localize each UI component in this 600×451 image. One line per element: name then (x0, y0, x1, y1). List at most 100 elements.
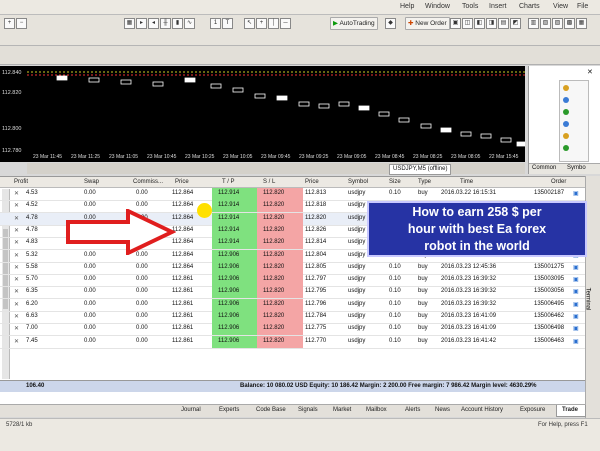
cell-tp: 112.906 (218, 288, 240, 295)
autotrading-button[interactable]: ▶ AutoTrading (330, 17, 378, 30)
tab-news[interactable]: News (435, 407, 450, 413)
tab-mailbox[interactable]: Mailbox (366, 407, 387, 413)
menu-window[interactable]: Window (425, 3, 450, 10)
data-window-icon[interactable]: ◧ (474, 18, 485, 29)
col-time[interactable]: Time (460, 179, 473, 185)
hline-icon[interactable]: ─ (280, 18, 291, 29)
tile-icon[interactable]: ▦ (124, 18, 135, 29)
cell-order: 135003056 (534, 288, 565, 295)
menu-charts[interactable]: Charts (519, 3, 540, 10)
menu-file[interactable]: File (577, 3, 588, 10)
script-icon (563, 133, 569, 139)
metaeditor-icon[interactable]: ◆ (385, 18, 396, 29)
tab-journal[interactable]: Journal (181, 407, 201, 413)
table-row[interactable]: ✕ 7.00 0.00 0.00 112.861 112.906 112.820 112.77… (0, 323, 585, 337)
tab-trade[interactable]: Trade (562, 407, 578, 413)
menu-view[interactable]: View (553, 3, 568, 10)
close-order-icon[interactable]: ✕ (14, 276, 19, 283)
table-row[interactable]: ✕ 6.20 0.00 0.00 112.861 112.906 112.820 112.79… (0, 298, 585, 312)
navigator-tree[interactable] (559, 80, 589, 162)
cell-tp: 112.914 (218, 202, 240, 209)
close-order-icon[interactable]: ✕ (14, 288, 19, 295)
new-order-button[interactable]: ✚ New Order (405, 17, 450, 30)
cell-sl: 112.820 (263, 288, 285, 295)
col-symbol[interactable]: Symbol (348, 179, 368, 185)
col-order[interactable]: Order (551, 179, 566, 185)
tab-exposure[interactable]: Exposure (520, 407, 545, 413)
menu-insert[interactable]: Insert (489, 3, 507, 10)
save-icon[interactable]: ▨ (552, 18, 563, 29)
close-order-icon[interactable]: ✕ (14, 215, 19, 222)
close-order-icon[interactable]: ✕ (14, 239, 19, 246)
close-order-icon[interactable]: ✕ (14, 190, 19, 197)
cell-type: buy (418, 263, 428, 270)
tab-alerts[interactable]: Alerts (405, 407, 420, 413)
template-icon[interactable]: T (222, 18, 233, 29)
table-row[interactable]: ✕ 6.63 0.00 0.00 112.861 112.906 112.820 112.78… (0, 311, 585, 324)
close-icon[interactable]: ✕ (587, 68, 593, 76)
tab-account-history[interactable]: Account History (461, 407, 503, 413)
menu-help[interactable]: Help (400, 3, 414, 10)
cell-profit: 6.20 (26, 300, 38, 307)
close-order-icon[interactable]: ✕ (14, 301, 19, 308)
col-sl[interactable]: S / L (263, 179, 275, 185)
tab-signals[interactable]: Signals (298, 407, 318, 413)
cell-price2: 112.861 (172, 337, 194, 344)
terminal-icon[interactable]: ▤ (498, 18, 509, 29)
cell-price: 112.814 (305, 239, 327, 246)
tab-symbols[interactable]: Symbo (567, 165, 586, 171)
close-order-icon[interactable]: ✕ (14, 313, 19, 320)
time-label: 23 Mar 09:05 (337, 154, 367, 160)
table-row[interactable]: ✕ 6.35 0.00 0.00 112.861 112.906 112.820 112.79… (0, 286, 585, 300)
zoom-out-icon[interactable]: − (16, 18, 27, 29)
col-swap[interactable]: Swap (84, 179, 99, 185)
close-order-icon[interactable]: ✕ (14, 202, 19, 209)
table-row[interactable]: ✕ 5.70 0.00 0.00 112.861 112.906 112.820 112.79… (0, 274, 585, 288)
cell-symbol: usdjpy (348, 190, 366, 196)
price-chart[interactable] (27, 66, 525, 162)
period-icon[interactable]: 1 (210, 18, 221, 29)
candle-icon[interactable]: ▮ (172, 18, 183, 29)
table-row[interactable]: ✕ 7.45 0.00 0.00 112.861 112.906 112.820 112.77… (0, 335, 585, 349)
print-icon[interactable]: ▩ (564, 18, 575, 29)
close-order-icon[interactable]: ✕ (14, 227, 19, 234)
crosshair-icon[interactable]: + (256, 18, 267, 29)
chart-tab-usdjpy[interactable]: USDJPY,M5 (offline) (389, 164, 452, 175)
autoscroll-icon[interactable]: ◂ (148, 18, 159, 29)
bar-chart-icon[interactable]: ╫ (160, 18, 171, 29)
cell-tp: 112.906 (218, 251, 240, 258)
line-chart-icon[interactable]: ∿ (184, 18, 195, 29)
close-order-icon[interactable]: ✕ (14, 338, 19, 345)
new-chart-icon[interactable]: ▥ (528, 18, 539, 29)
menu-tools[interactable]: Tools (462, 3, 478, 10)
table-row[interactable]: ✕ 4.53 0.00 0.00 112.864 112.914 112.820 112.81… (0, 188, 585, 201)
cursor-icon[interactable]: ↖ (244, 18, 255, 29)
profiles-icon[interactable]: ▣ (450, 18, 461, 29)
market-watch-icon[interactable]: ◫ (462, 18, 473, 29)
col-size[interactable]: Size (389, 179, 401, 185)
price-label: 112.820 (2, 90, 22, 96)
col-tp[interactable]: T / P (222, 179, 235, 185)
chart-shift-icon[interactable]: ▸ (136, 18, 147, 29)
table-row[interactable]: ✕ 5.58 0.00 0.00 112.864 112.906 112.820 112.80… (0, 261, 585, 275)
tab-common[interactable]: Common (532, 165, 556, 171)
tab-experts[interactable]: Experts (219, 407, 239, 413)
tab-code-base[interactable]: Code Base (256, 407, 286, 413)
close-order-icon[interactable]: ✕ (14, 252, 19, 259)
col-type[interactable]: Type (418, 179, 431, 185)
zoom-in-icon[interactable]: + (4, 18, 15, 29)
col-commission[interactable]: Commiss... (133, 179, 163, 185)
col-price[interactable]: Price (175, 179, 189, 185)
cell-profit: 4.83 (26, 239, 38, 246)
col-price[interactable]: Price (305, 179, 319, 185)
navigator-icon[interactable]: ◨ (486, 18, 497, 29)
close-order-icon[interactable]: ✕ (14, 325, 19, 332)
cell-price: 112.818 (305, 202, 327, 209)
chart-icon[interactable]: ▦ (576, 18, 587, 29)
close-order-icon[interactable]: ✕ (14, 264, 19, 271)
tab-market[interactable]: Market (333, 407, 351, 413)
open-icon[interactable]: ▧ (540, 18, 551, 29)
tester-icon[interactable]: ◩ (510, 18, 521, 29)
col-profit[interactable]: Profit (14, 179, 28, 185)
vline-icon[interactable]: │ (268, 18, 279, 29)
